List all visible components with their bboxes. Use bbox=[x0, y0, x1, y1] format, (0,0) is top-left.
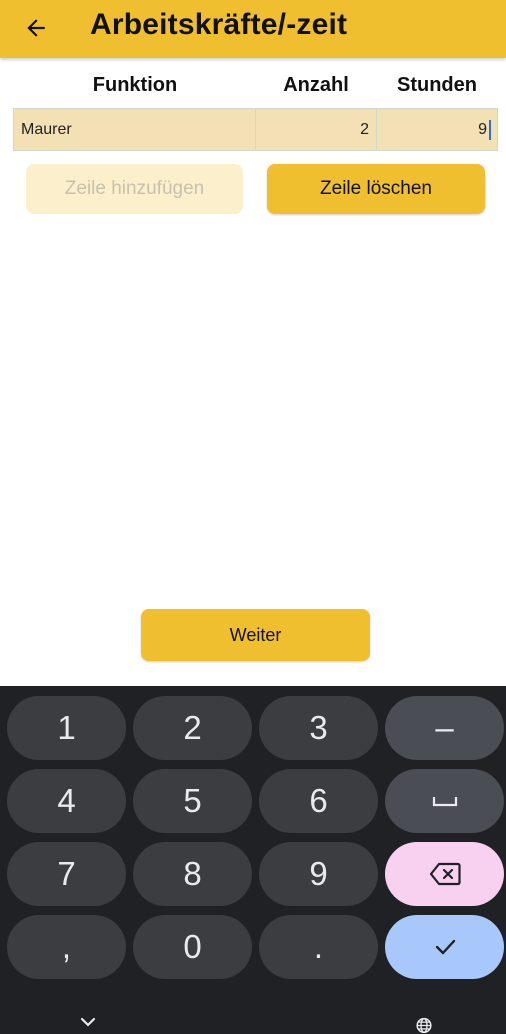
anzahl-input[interactable] bbox=[256, 120, 376, 139]
delete-row-button[interactable]: Zeile löschen bbox=[267, 164, 485, 214]
column-header-funktion: Funktion bbox=[92, 74, 178, 96]
key-2[interactable]: 2 bbox=[133, 696, 252, 760]
key-6[interactable]: 6 bbox=[259, 769, 378, 833]
funktion-cell[interactable] bbox=[13, 108, 256, 151]
backspace-icon bbox=[429, 862, 461, 886]
key-4[interactable]: 4 bbox=[7, 769, 126, 833]
key-comma[interactable]: , bbox=[7, 915, 126, 979]
key-0[interactable]: 0 bbox=[133, 915, 252, 979]
numeric-keyboard: 1 2 3 – 4 5 6 7 8 9 , 0 . bbox=[0, 686, 506, 1034]
key-5[interactable]: 5 bbox=[133, 769, 252, 833]
funktion-input[interactable] bbox=[14, 120, 255, 139]
globe-icon[interactable] bbox=[414, 1017, 434, 1034]
stunden-input[interactable] bbox=[377, 120, 497, 139]
key-3[interactable]: 3 bbox=[259, 696, 378, 760]
text-cursor bbox=[489, 120, 491, 140]
anzahl-cell[interactable] bbox=[255, 108, 377, 151]
column-header-stunden: Stunden bbox=[397, 74, 477, 96]
key-done[interactable] bbox=[385, 915, 504, 979]
page-title: Arbeitskräfte/-zeit bbox=[90, 8, 348, 41]
key-8[interactable]: 8 bbox=[133, 842, 252, 906]
key-1[interactable]: 1 bbox=[7, 696, 126, 760]
chevron-down-icon[interactable] bbox=[80, 1017, 96, 1027]
key-backspace[interactable] bbox=[385, 842, 504, 906]
add-row-button[interactable]: Zeile hinzufügen bbox=[26, 164, 243, 214]
arrow-left-icon bbox=[27, 19, 45, 37]
back-button[interactable] bbox=[18, 10, 54, 46]
key-7[interactable]: 7 bbox=[7, 842, 126, 906]
space-bar-icon bbox=[432, 797, 457, 807]
stunden-cell[interactable] bbox=[376, 108, 498, 151]
key-minus[interactable]: – bbox=[385, 696, 504, 760]
checkmark-icon bbox=[435, 939, 455, 955]
key-period[interactable]: . bbox=[259, 915, 378, 979]
key-space[interactable] bbox=[385, 769, 504, 833]
app-bar: Arbeitskräfte/-zeit bbox=[0, 0, 506, 58]
next-button[interactable]: Weiter bbox=[141, 609, 370, 661]
column-header-anzahl: Anzahl bbox=[283, 74, 349, 96]
key-9[interactable]: 9 bbox=[259, 842, 378, 906]
